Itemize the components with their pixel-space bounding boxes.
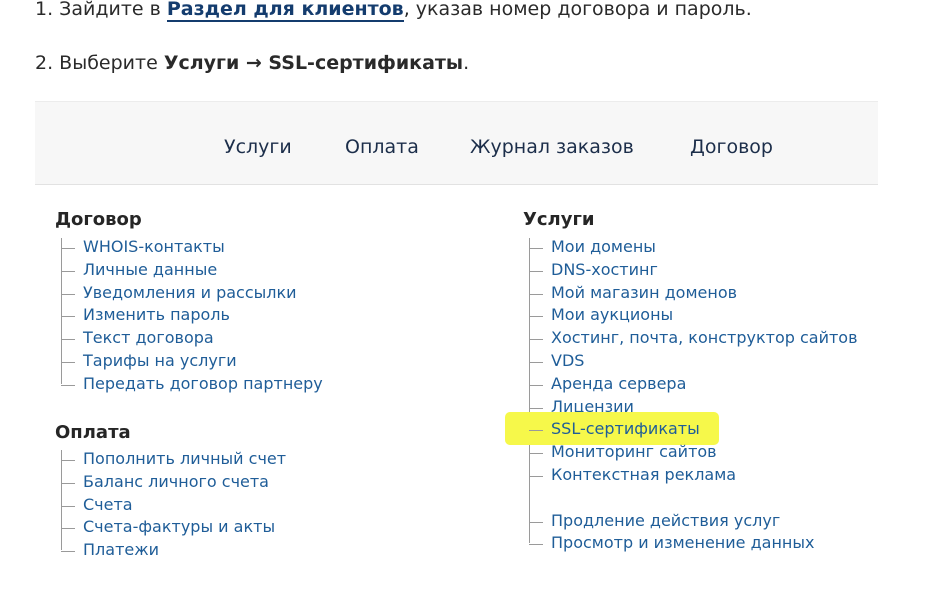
services-section-title: Услуги xyxy=(523,209,595,230)
nav-item-payment[interactable]: Оплата xyxy=(345,135,419,159)
step2-suffix: . xyxy=(463,52,470,74)
tree-item-domains[interactable]: Мои домены xyxy=(527,236,860,259)
link-hosting-mail-builder[interactable]: Хостинг, почта, конструктор сайтов xyxy=(549,327,860,349)
tree-item-domain-shop[interactable]: Мой магазин доменов xyxy=(527,282,860,305)
tree-spacer xyxy=(527,487,860,510)
link-service-renewal[interactable]: Продление действия услуг xyxy=(549,510,782,532)
tree-item-invoices[interactable]: Счета xyxy=(59,494,288,517)
link-payments[interactable]: Платежи xyxy=(81,539,161,561)
link-personal-data[interactable]: Личные данные xyxy=(81,259,219,281)
step2-menu-path: Услуги → SSL-сертификаты xyxy=(163,52,464,74)
tree-item-tariffs[interactable]: Тарифы на услуги xyxy=(59,350,325,373)
contract-section-title: Договор xyxy=(55,209,142,230)
payment-menu-tree: Пополнить личный счет Баланс личного сче… xyxy=(59,448,288,562)
tree-item-hosting[interactable]: Хостинг, почта, конструктор сайтов xyxy=(527,327,860,350)
step2-prefix: 2. Выберите xyxy=(35,52,164,74)
link-vds[interactable]: VDS xyxy=(549,350,586,372)
top-navigation: Услуги Оплата Журнал заказов Договор xyxy=(35,101,878,185)
instruction-step-1: 1. Зайдите в Раздел для клиентов, указав… xyxy=(35,0,752,22)
link-change-password[interactable]: Изменить пароль xyxy=(81,304,232,326)
nav-item-contract[interactable]: Договор xyxy=(690,135,773,159)
link-site-monitoring[interactable]: Мониторинг сайтов xyxy=(549,441,719,463)
link-whois-contacts[interactable]: WHOIS-контакты xyxy=(81,236,227,258)
step1-prefix: 1. Зайдите в xyxy=(35,0,167,20)
nav-item-order-log[interactable]: Журнал заказов xyxy=(470,135,634,159)
nav-item-services[interactable]: Услуги xyxy=(224,135,292,159)
link-server-rent[interactable]: Аренда сервера xyxy=(549,373,688,395)
tree-item-topup[interactable]: Пополнить личный счет xyxy=(59,448,288,471)
tree-item-vds[interactable]: VDS xyxy=(527,350,860,373)
link-contract-text[interactable]: Текст договора xyxy=(81,327,216,349)
instruction-step-2: 2. Выберите Услуги → SSL-сертификаты. xyxy=(35,51,469,75)
link-topup-account[interactable]: Пополнить личный счет xyxy=(81,448,288,470)
tree-item-view-edit[interactable]: Просмотр и изменение данных xyxy=(527,532,860,555)
link-dns-hosting[interactable]: DNS-хостинг xyxy=(549,259,660,281)
tree-item-payments[interactable]: Платежи xyxy=(59,539,288,562)
tree-item-whois[interactable]: WHOIS-контакты xyxy=(59,236,325,259)
link-account-balance[interactable]: Баланс личного счета xyxy=(81,471,271,493)
contract-menu-tree: WHOIS-контакты Личные данные Уведомления… xyxy=(59,236,325,396)
link-ssl-certificates[interactable]: SSL-сертификаты xyxy=(549,418,702,440)
link-invoices-acts[interactable]: Счета-фактуры и акты xyxy=(81,516,277,538)
client-area-link[interactable]: Раздел для клиентов xyxy=(166,0,404,22)
tree-item-ssl[interactable]: SSL-сертификаты xyxy=(505,412,860,446)
tree-item-auctions[interactable]: Мои аукционы xyxy=(527,304,860,327)
embedded-screenshot: Услуги Оплата Журнал заказов Договор Дог… xyxy=(35,101,878,568)
tree-item-password[interactable]: Изменить пароль xyxy=(59,304,325,327)
tree-item-dns[interactable]: DNS-хостинг xyxy=(527,259,860,282)
tree-item-monitoring[interactable]: Мониторинг сайтов xyxy=(527,441,860,464)
tree-item-notifications[interactable]: Уведомления и рассылки xyxy=(59,282,325,305)
link-invoices[interactable]: Счета xyxy=(81,494,135,516)
link-tariffs[interactable]: Тарифы на услуги xyxy=(81,350,239,372)
payment-section-title: Оплата xyxy=(55,422,131,443)
link-notifications[interactable]: Уведомления и рассылки xyxy=(81,282,299,304)
tree-item-renewal[interactable]: Продление действия услуг xyxy=(527,510,860,533)
step1-suffix: , указав номер договора и пароль. xyxy=(403,0,752,20)
link-transfer-contract[interactable]: Передать договор партнеру xyxy=(81,373,325,395)
tree-item-balance[interactable]: Баланс личного счета xyxy=(59,471,288,494)
tree-item-contract-text[interactable]: Текст договора xyxy=(59,327,325,350)
link-view-edit-data[interactable]: Просмотр и изменение данных xyxy=(549,532,816,554)
link-my-auctions[interactable]: Мои аукционы xyxy=(549,304,675,326)
tree-item-personal[interactable]: Личные данные xyxy=(59,259,325,282)
tree-item-acts[interactable]: Счета-фактуры и акты xyxy=(59,516,288,539)
link-my-domains[interactable]: Мои домены xyxy=(549,236,658,258)
tree-item-transfer[interactable]: Передать договор партнеру xyxy=(59,373,325,396)
services-menu-tree: Мои домены DNS-хостинг Мой магазин домен… xyxy=(505,236,860,555)
link-domain-shop[interactable]: Мой магазин доменов xyxy=(549,282,739,304)
link-context-ads[interactable]: Контекстная реклама xyxy=(549,464,738,486)
tree-item-server-rent[interactable]: Аренда сервера xyxy=(527,373,860,396)
tree-item-ads[interactable]: Контекстная реклама xyxy=(527,464,860,487)
